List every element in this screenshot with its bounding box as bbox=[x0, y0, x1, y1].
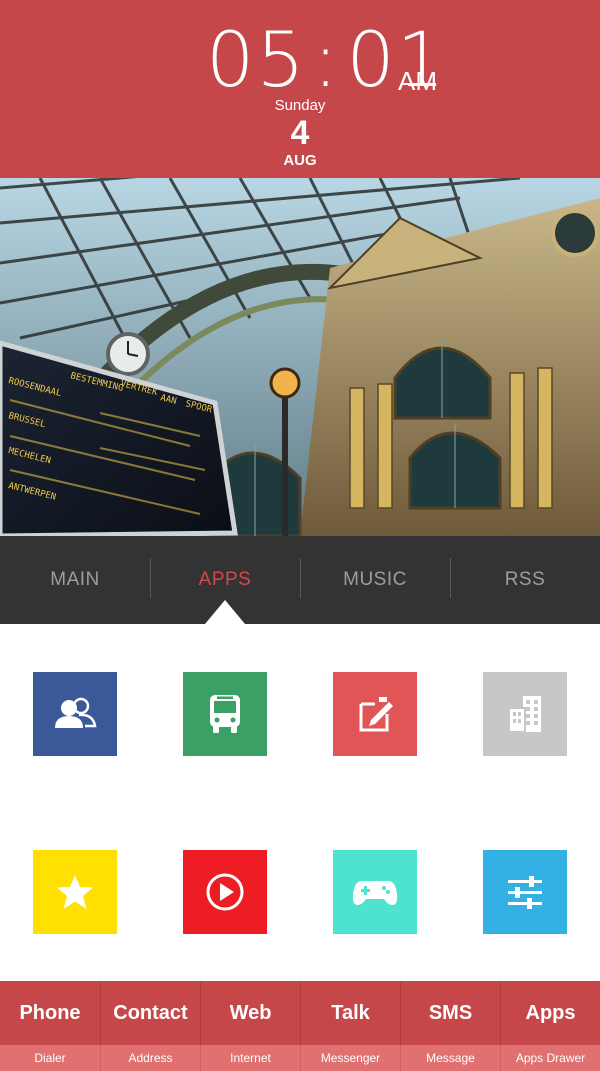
settings-tile[interactable] bbox=[483, 850, 567, 934]
play-icon bbox=[206, 873, 244, 911]
clock-separator: : bbox=[312, 15, 341, 104]
dock-label: Contact bbox=[100, 981, 200, 1045]
dock-sublabel: Address bbox=[100, 1045, 200, 1071]
clock-header: 05:01 AM Sunday 4 AUG bbox=[0, 0, 600, 178]
favorites-tile[interactable] bbox=[33, 850, 117, 934]
dock-web[interactable]: Web Internet bbox=[200, 981, 300, 1071]
dock-label: Phone bbox=[0, 981, 100, 1045]
tab-bar: MAIN APPS MUSIC RSS bbox=[0, 536, 600, 624]
dock-contact[interactable]: Contact Address bbox=[100, 981, 200, 1071]
note-edit-icon bbox=[359, 697, 393, 732]
dock-label: Apps bbox=[500, 981, 600, 1045]
dock-phone[interactable]: Phone Dialer bbox=[0, 981, 100, 1071]
dock-label: Web bbox=[200, 981, 300, 1045]
clock-month: AUG bbox=[283, 152, 317, 169]
star-icon bbox=[57, 875, 93, 909]
dock-label: SMS bbox=[400, 981, 500, 1045]
tab-main[interactable]: MAIN bbox=[0, 536, 150, 624]
active-tab-pointer bbox=[205, 600, 245, 624]
dock-sublabel: Apps Drawer bbox=[500, 1045, 600, 1071]
buildings-icon bbox=[508, 696, 541, 733]
video-tile[interactable] bbox=[183, 850, 267, 934]
clock-hours: 05 bbox=[206, 15, 307, 104]
notes-tile[interactable] bbox=[333, 672, 417, 756]
dock-sublabel: Dialer bbox=[0, 1045, 100, 1071]
dock-sublabel: Message bbox=[400, 1045, 500, 1071]
dock-apps[interactable]: Apps Apps Drawer bbox=[500, 981, 600, 1071]
bus-tile[interactable] bbox=[183, 672, 267, 756]
dock-label: Talk bbox=[300, 981, 400, 1045]
buildings-tile[interactable] bbox=[483, 672, 567, 756]
sliders-icon bbox=[508, 876, 542, 909]
clock-day: 4 bbox=[290, 114, 310, 152]
clock-weekday: Sunday bbox=[274, 97, 326, 114]
dock-sublabel: Messenger bbox=[300, 1045, 400, 1071]
contacts-tile[interactable] bbox=[33, 672, 117, 756]
clock-ampm: AM bbox=[398, 66, 437, 96]
dock-talk[interactable]: Talk Messenger bbox=[300, 981, 400, 1071]
contacts-icon bbox=[55, 697, 97, 728]
tab-music[interactable]: MUSIC bbox=[300, 536, 450, 624]
dock-bar: Phone Dialer Contact Address Web Interne… bbox=[0, 981, 600, 1071]
wallpaper-photo: VERTREK BESTEMMING AAN SPOOR ROOSENDAAL … bbox=[0, 178, 600, 536]
dock-sublabel: Internet bbox=[200, 1045, 300, 1071]
gamepad-icon bbox=[352, 881, 398, 905]
dock-sms[interactable]: SMS Message bbox=[400, 981, 500, 1071]
tab-rss[interactable]: RSS bbox=[450, 536, 600, 624]
games-tile[interactable] bbox=[333, 850, 417, 934]
bus-icon bbox=[210, 695, 240, 733]
